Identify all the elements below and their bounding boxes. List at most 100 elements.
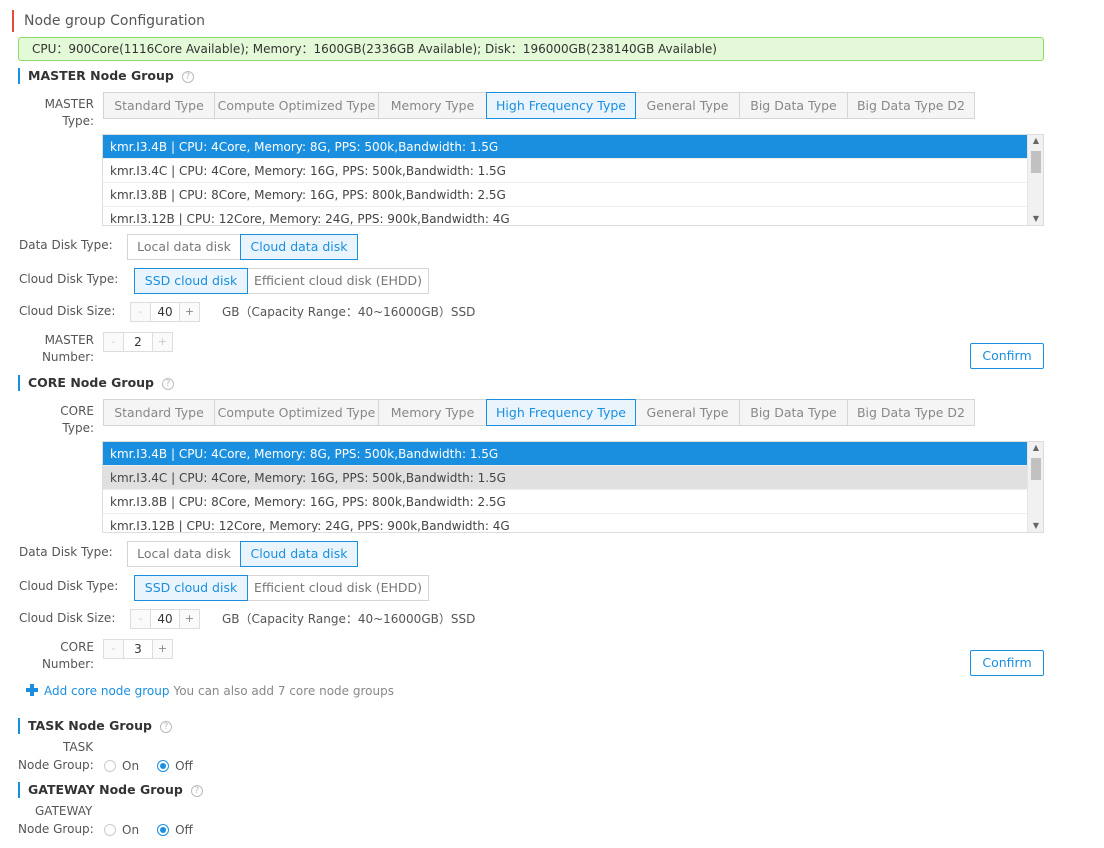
gateway-off-radio[interactable] <box>157 824 170 836</box>
master-local-data-disk-option[interactable]: Local data disk <box>127 234 241 260</box>
master-number-stepper: - 2 + <box>103 332 173 352</box>
master-number-value[interactable]: 2 <box>124 332 152 352</box>
master-data-disk-type-selector: Local data disk Cloud data disk <box>127 234 358 260</box>
core-disk-size-unit: GB（Capacity Range：40~16000GB）SSD <box>222 612 476 626</box>
gateway-on-label[interactable]: On <box>122 823 139 837</box>
decrement-button[interactable]: - <box>103 332 124 352</box>
core-number-label-line2: Number: <box>41 657 94 671</box>
master-tab-high-frequency-type[interactable]: High Frequency Type <box>486 92 636 119</box>
master-cloud-data-disk-option[interactable]: Cloud data disk <box>240 234 358 260</box>
core-group-title: CORE Node Group? <box>18 375 175 391</box>
list-item[interactable]: kmr.I3.12B | CPU: 12Core, Memory: 24G, P… <box>103 207 1028 225</box>
task-off-label[interactable]: Off <box>175 759 193 773</box>
scroll-down-arrow-icon[interactable]: ▼ <box>1028 520 1043 532</box>
gateway-off-label[interactable]: Off <box>175 823 193 837</box>
list-item[interactable]: kmr.I3.4C | CPU: 4Core, Memory: 16G, PPS… <box>103 159 1028 183</box>
scroll-thumb[interactable] <box>1031 151 1041 173</box>
master-instance-type-tabs: Standard Type Compute Optimized Type Mem… <box>103 92 975 119</box>
task-on-label[interactable]: On <box>122 759 139 773</box>
core-disk-size-value[interactable]: 40 <box>151 609 179 629</box>
core-cloud-data-disk-option[interactable]: Cloud data disk <box>240 541 358 567</box>
core-local-data-disk-option[interactable]: Local data disk <box>127 541 241 567</box>
master-type-label: MASTER Type: <box>38 96 94 130</box>
master-tab-compute-optimized-type[interactable]: Compute Optimized Type <box>214 92 379 119</box>
master-tab-big-data-type-d2[interactable]: Big Data Type D2 <box>847 92 975 119</box>
core-tab-standard-type[interactable]: Standard Type <box>103 399 215 426</box>
core-tab-compute-optimized-type[interactable]: Compute Optimized Type <box>214 399 379 426</box>
master-tab-standard-type[interactable]: Standard Type <box>103 92 215 119</box>
core-efficient-cloud-disk-option[interactable]: Efficient cloud disk (EHDD) <box>247 575 429 601</box>
scrollbar[interactable]: ▲ ▼ <box>1027 135 1043 225</box>
plus-icon[interactable] <box>26 684 38 696</box>
core-instance-list[interactable]: kmr.I3.4B | CPU: 4Core, Memory: 8G, PPS:… <box>102 441 1044 533</box>
core-tab-memory-type[interactable]: Memory Type <box>378 399 487 426</box>
scroll-up-arrow-icon[interactable]: ▲ <box>1028 442 1043 454</box>
increment-button[interactable]: + <box>152 639 173 659</box>
add-core-node-group-hint: You can also add 7 core node groups <box>173 684 394 698</box>
master-instance-list[interactable]: kmr.I3.4B | CPU: 4Core, Memory: 8G, PPS:… <box>102 134 1044 226</box>
gateway-group-title: GATEWAY Node Group? <box>18 782 203 798</box>
scroll-thumb[interactable] <box>1031 458 1041 480</box>
core-group-title-text: CORE Node Group <box>28 375 155 390</box>
list-item[interactable]: kmr.I3.4B | CPU: 4Core, Memory: 8G, PPS:… <box>103 442 1028 466</box>
help-icon[interactable]: ? <box>190 785 203 797</box>
core-disk-size-stepper: - 40 + <box>130 609 200 629</box>
gateway-group-title-text: GATEWAY Node Group <box>28 782 183 797</box>
core-tab-high-frequency-type[interactable]: High Frequency Type <box>486 399 636 426</box>
add-core-node-group-link: Add core node group You can also add 7 co… <box>26 683 394 699</box>
core-number-value[interactable]: 3 <box>124 639 152 659</box>
master-disk-size-unit: GB（Capacity Range：40~16000GB）SSD <box>222 305 476 319</box>
master-confirm-button[interactable]: Confirm <box>970 343 1044 369</box>
decrement-button[interactable]: - <box>130 302 151 322</box>
master-tab-big-data-type[interactable]: Big Data Type <box>739 92 848 119</box>
gateway-node-group-label-line1: GATEWAY <box>35 804 93 818</box>
master-cloud-disk-size-label: Cloud Disk Size: <box>19 304 116 318</box>
decrement-button[interactable]: - <box>103 639 124 659</box>
master-type-label-line1: MASTER <box>44 97 94 111</box>
task-off-radio[interactable] <box>157 760 170 772</box>
core-type-label-line2: Type: <box>62 421 94 435</box>
gateway-node-group-label-line2: Node Group: <box>18 822 94 836</box>
master-number-label-line1: MASTER <box>44 333 94 347</box>
help-icon[interactable]: ? <box>181 71 194 83</box>
list-item[interactable]: kmr.I3.12B | CPU: 12Core, Memory: 24G, P… <box>103 514 1028 532</box>
core-type-label-line1: CORE <box>60 404 94 418</box>
master-efficient-cloud-disk-option[interactable]: Efficient cloud disk (EHDD) <box>247 268 429 294</box>
master-disk-size-value[interactable]: 40 <box>151 302 179 322</box>
resource-summary-banner: CPU：900Core(1116Core Available); Memory：… <box>18 37 1044 61</box>
core-tab-big-data-type-d2[interactable]: Big Data Type D2 <box>847 399 975 426</box>
master-ssd-cloud-disk-option[interactable]: SSD cloud disk <box>134 268 248 294</box>
help-icon[interactable]: ? <box>159 721 172 733</box>
master-disk-size-stepper: - 40 + <box>130 302 200 322</box>
increment-button[interactable]: + <box>179 302 200 322</box>
increment-button[interactable]: + <box>152 332 173 352</box>
core-data-disk-type-label: Data Disk Type: <box>19 545 113 559</box>
add-core-node-group-button[interactable]: Add core node group <box>44 684 169 698</box>
core-confirm-button[interactable]: Confirm <box>970 650 1044 676</box>
core-instance-type-tabs: Standard Type Compute Optimized Type Mem… <box>103 399 975 426</box>
task-node-group-label-line2: Node Group: <box>18 758 94 772</box>
list-item[interactable]: kmr.I3.8B | CPU: 8Core, Memory: 16G, PPS… <box>103 183 1028 207</box>
core-data-disk-type-selector: Local data disk Cloud data disk <box>127 541 358 567</box>
task-node-group-radio: On Off <box>104 758 211 774</box>
scroll-up-arrow-icon[interactable]: ▲ <box>1028 135 1043 147</box>
list-item[interactable]: kmr.I3.8B | CPU: 8Core, Memory: 16G, PPS… <box>103 490 1028 514</box>
core-tab-big-data-type[interactable]: Big Data Type <box>739 399 848 426</box>
master-tab-memory-type[interactable]: Memory Type <box>378 92 487 119</box>
master-type-label-line2: Type: <box>62 114 94 128</box>
master-number-label-line2: Number: <box>41 350 94 364</box>
list-item[interactable]: kmr.I3.4C | CPU: 4Core, Memory: 16G, PPS… <box>103 466 1028 490</box>
scroll-down-arrow-icon[interactable]: ▼ <box>1028 213 1043 225</box>
increment-button[interactable]: + <box>179 609 200 629</box>
core-ssd-cloud-disk-option[interactable]: SSD cloud disk <box>134 575 248 601</box>
gateway-on-radio[interactable] <box>104 824 116 836</box>
scrollbar[interactable]: ▲ ▼ <box>1027 442 1043 532</box>
master-tab-general-type[interactable]: General Type <box>635 92 740 119</box>
decrement-button[interactable]: - <box>130 609 151 629</box>
task-on-radio[interactable] <box>104 760 116 772</box>
core-cloud-disk-size-label: Cloud Disk Size: <box>19 611 116 625</box>
task-node-group-label-line1: TASK <box>63 740 94 754</box>
core-tab-general-type[interactable]: General Type <box>635 399 740 426</box>
list-item[interactable]: kmr.I3.4B | CPU: 4Core, Memory: 8G, PPS:… <box>103 135 1028 159</box>
help-icon[interactable]: ? <box>162 378 175 390</box>
